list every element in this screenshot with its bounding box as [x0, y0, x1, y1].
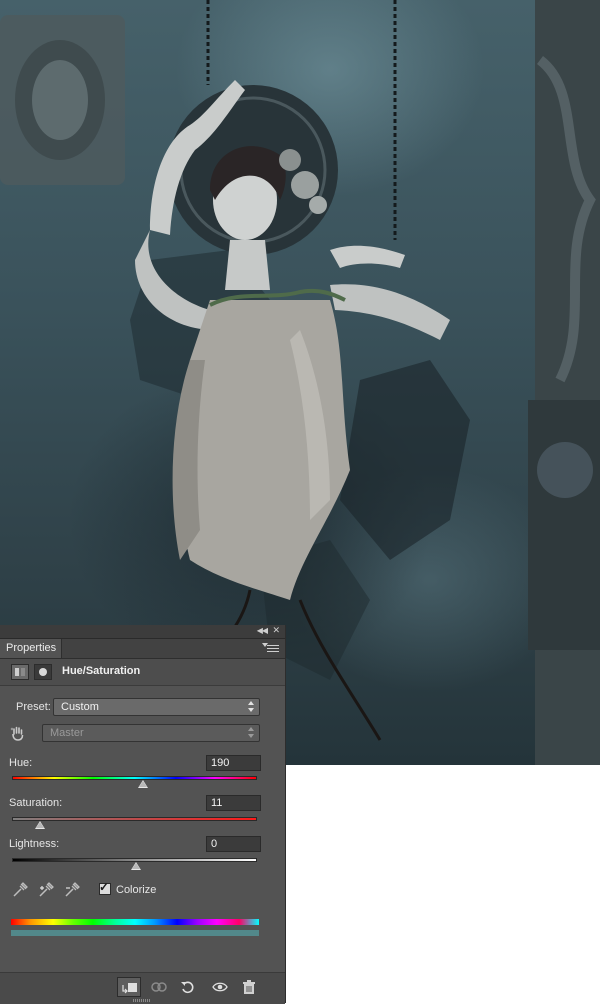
- preset-value: Custom: [61, 701, 99, 713]
- lightness-label: Lightness:: [9, 838, 60, 850]
- saturation-value-field[interactable]: 11: [206, 795, 261, 811]
- eyedropper-minus-icon[interactable]: [64, 880, 80, 898]
- reset-icon: [181, 981, 194, 994]
- delete-button[interactable]: [237, 977, 261, 997]
- saturation-slider-track[interactable]: [12, 817, 257, 829]
- select-arrows-icon: [248, 727, 255, 739]
- panel-bottom-toolbar: [0, 972, 285, 1004]
- tab-properties[interactable]: Properties: [0, 639, 62, 658]
- clip-to-layer-button[interactable]: [117, 977, 141, 997]
- input-color-bar: [11, 919, 259, 925]
- collapse-panel-icon[interactable]: ◀◀: [257, 626, 268, 635]
- adjustment-title: Hue/Saturation: [62, 665, 141, 677]
- saturation-label: Saturation:: [9, 797, 63, 809]
- panel-menu-icon[interactable]: [262, 643, 279, 653]
- panel-resize-grip[interactable]: [133, 999, 151, 1002]
- targeted-adjustment-hand-icon[interactable]: [10, 725, 26, 741]
- channel-value: Master: [50, 727, 84, 739]
- lightness-slider-track[interactable]: [12, 858, 257, 870]
- eyedropper-icon[interactable]: [12, 880, 28, 898]
- select-arrows-icon: [248, 701, 255, 713]
- adjustment-layer-icon[interactable]: [11, 664, 29, 680]
- hue-value-field[interactable]: 190: [206, 755, 261, 771]
- preset-label: Preset:: [16, 701, 51, 713]
- lightness-value-field[interactable]: 0: [206, 836, 261, 852]
- colorize-label: Colorize: [116, 884, 157, 896]
- hue-label: Hue:: [9, 757, 33, 769]
- panel-tab-row: Properties: [0, 639, 285, 659]
- eyedropper-plus-icon[interactable]: [38, 880, 54, 898]
- checkmark-icon: ✓: [99, 880, 110, 894]
- preset-select[interactable]: Custom: [53, 698, 260, 716]
- view-previous-icon: [151, 982, 167, 992]
- hue-slider-thumb[interactable]: [137, 780, 148, 788]
- view-previous-button[interactable]: [146, 977, 170, 997]
- colorize-checkbox[interactable]: ✓: [99, 880, 111, 895]
- reset-button[interactable]: [176, 977, 200, 997]
- close-panel-icon[interactable]: ✕: [272, 625, 280, 636]
- clip-to-layer-icon: [122, 983, 137, 994]
- delete-trash-icon: [243, 980, 255, 994]
- visibility-eye-icon: [212, 982, 228, 992]
- toggle-visibility-button[interactable]: [208, 977, 232, 997]
- mask-icon[interactable]: [34, 664, 52, 680]
- properties-panel: ◀◀ ✕ Properties Hue/Saturation Preset: C…: [0, 625, 286, 1004]
- lightness-slider-thumb[interactable]: [130, 862, 141, 870]
- output-color-bar: [11, 930, 259, 936]
- panel-title-bar: ◀◀ ✕: [0, 625, 285, 639]
- saturation-slider-thumb[interactable]: [34, 821, 45, 829]
- channel-select[interactable]: Master: [42, 724, 260, 742]
- hue-slider-track[interactable]: [12, 776, 257, 788]
- adjustment-header: Hue/Saturation: [0, 659, 285, 686]
